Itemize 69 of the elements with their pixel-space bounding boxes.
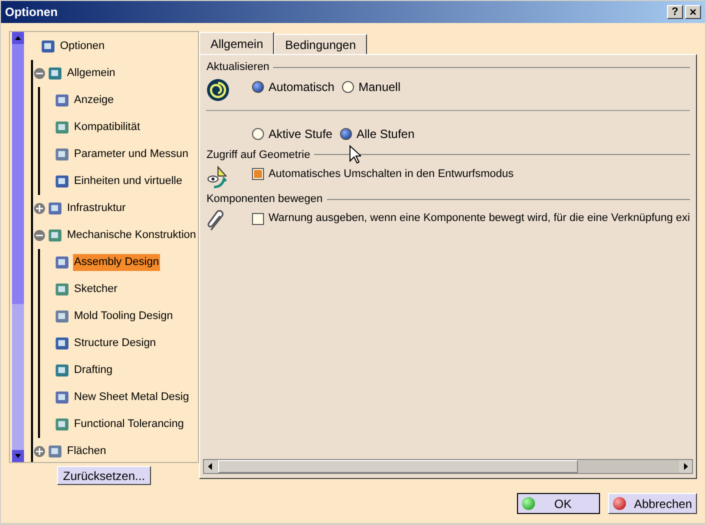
tree-item[interactable]: Assembly Design (73, 254, 160, 271)
tree-node-icon (54, 362, 71, 379)
tree-item[interactable]: Kompatibilität (73, 119, 142, 136)
tree-node-icon (54, 416, 71, 433)
tree-item[interactable]: Structure Design (73, 335, 157, 352)
tree-item[interactable]: Mold Tooling Design (73, 308, 174, 325)
tree-node-icon (54, 173, 71, 190)
radio-button[interactable] (340, 128, 352, 140)
checkbox-label: Automatisches Umschalten in den Entwurfsmodus (268, 166, 514, 182)
radio-label: Manuell (358, 78, 401, 96)
tree-item[interactable]: Functional Tolerancing (73, 416, 185, 433)
section-title: Komponenten bewegen (206, 192, 323, 207)
section-title: Aktualisieren (206, 60, 270, 75)
checkbox[interactable] (252, 168, 264, 180)
scroll-thumb[interactable] (218, 460, 578, 473)
tree-item[interactable]: Drafting (73, 362, 114, 379)
help-button[interactable]: ? (667, 5, 683, 19)
tree-node-icon (47, 200, 64, 217)
scroll-left-button[interactable] (204, 460, 218, 473)
checkbox[interactable] (252, 212, 264, 224)
tree-item[interactable]: Einheiten und virtuelle (73, 173, 184, 190)
tree-node-icon (54, 254, 71, 271)
window-title: Optionen (5, 4, 59, 21)
expand-toggle[interactable] (34, 446, 45, 457)
collapse-toggle[interactable] (34, 230, 45, 241)
mouse-cursor-icon (349, 145, 361, 164)
radio-button[interactable] (252, 80, 264, 92)
scroll-thumb[interactable] (12, 44, 24, 304)
radio-label: Aktive Stufe (268, 126, 332, 142)
radio-button[interactable] (252, 128, 264, 140)
section-title: Zugriff auf Geometrie (206, 148, 310, 162)
tree-node-icon (54, 119, 71, 136)
vertical-scrollbar[interactable] (12, 32, 24, 462)
tree-node-icon (54, 335, 71, 352)
tree-item[interactable]: Optionen (59, 38, 106, 55)
tree-item[interactable]: Flächen (66, 443, 108, 460)
radio-button[interactable] (342, 80, 354, 92)
tree-item[interactable]: Anzeige (73, 92, 115, 109)
tree-node-icon (54, 389, 71, 406)
ok-button[interactable]: OK (516, 493, 600, 514)
tree-node-icon (54, 308, 71, 325)
scroll-right-button[interactable] (679, 460, 692, 473)
checkbox-label: Warnung ausgeben, wenn eine Komponente bewegt wird, für die eine Verknüpfung exi (268, 211, 690, 226)
tree-node-icon (40, 38, 57, 55)
tree-node-icon (54, 146, 71, 163)
scroll-down-button[interactable] (12, 450, 24, 462)
tree-node-icon (47, 227, 64, 244)
tree-item[interactable]: Sketcher (73, 281, 118, 298)
cancel-button[interactable]: Abbrechen (608, 493, 697, 514)
tree-node-icon (54, 92, 71, 109)
collapse-toggle[interactable] (34, 68, 45, 79)
tab[interactable]: Allgemein (199, 32, 274, 54)
horizontal-scrollbar[interactable] (203, 459, 693, 474)
tree-item[interactable]: Infrastruktur (66, 200, 127, 217)
radio-label: Automatisch (268, 78, 334, 96)
reset-button[interactable]: Zurücksetzen... (57, 466, 152, 485)
tree-item[interactable]: New Sheet Metal Desig (73, 389, 190, 406)
spiral-icon (206, 78, 230, 102)
radio-label: Alle Stufen (356, 126, 415, 142)
tree-node-icon (47, 443, 64, 460)
close-button[interactable]: × (685, 5, 701, 19)
tree-node-icon (47, 65, 64, 82)
tree-item[interactable]: Parameter und Messun (73, 146, 190, 163)
tree-item[interactable]: Mechanische Konstruktion (66, 227, 198, 244)
scroll-up-button[interactable] (12, 32, 24, 44)
tab[interactable]: Bedingungen (274, 34, 367, 54)
tree-node-icon (54, 281, 71, 298)
expand-toggle[interactable] (34, 203, 45, 214)
tree-item[interactable]: Allgemein (66, 65, 116, 82)
